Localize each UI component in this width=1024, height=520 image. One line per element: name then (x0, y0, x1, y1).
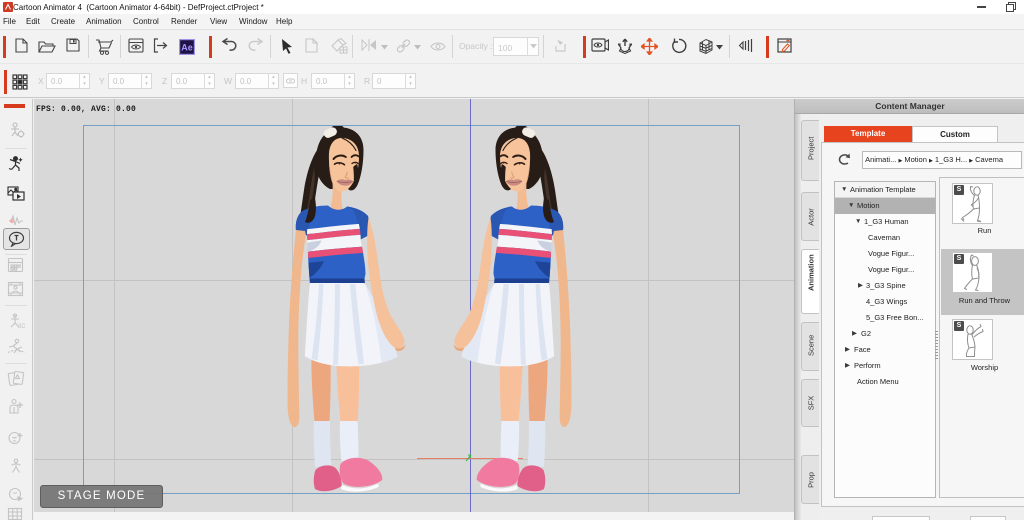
svg-text:Ae: Ae (181, 43, 193, 53)
svg-text:3D: 3D (18, 324, 25, 329)
